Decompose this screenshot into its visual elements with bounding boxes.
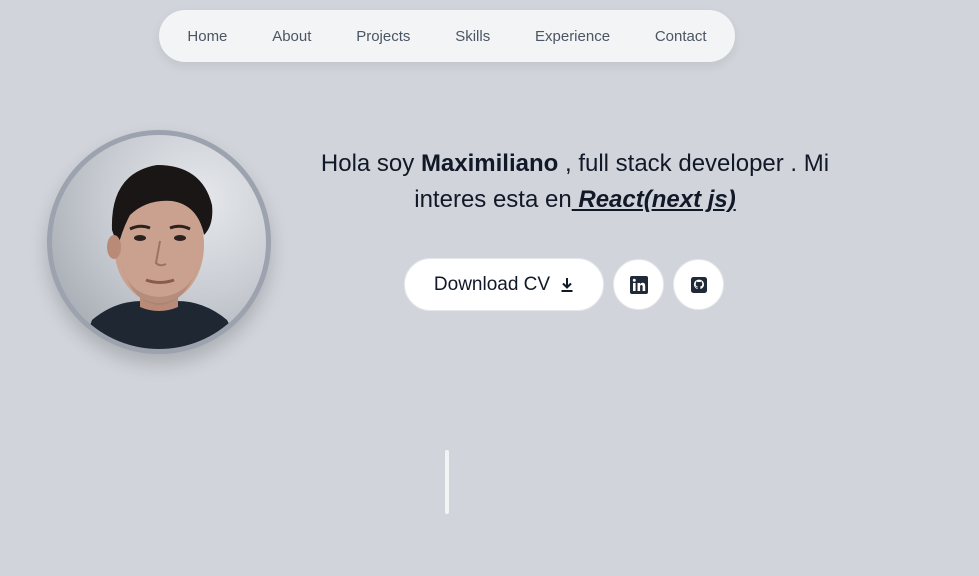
github-button[interactable] bbox=[673, 259, 724, 310]
nav-experience[interactable]: Experience bbox=[527, 20, 618, 53]
intro-text: Hola soy Maximiliano , full stack develo… bbox=[290, 146, 860, 218]
profile-photo-frame bbox=[47, 130, 271, 354]
download-cv-button[interactable]: Download CV bbox=[404, 258, 604, 311]
nav-about[interactable]: About bbox=[264, 20, 319, 53]
github-icon bbox=[690, 276, 707, 293]
nav-home[interactable]: Home bbox=[179, 20, 235, 53]
download-cv-label: Download CV bbox=[433, 273, 551, 295]
person-portrait-icon bbox=[82, 165, 242, 349]
nav-skills[interactable]: Skills bbox=[447, 20, 498, 53]
profile-photo bbox=[52, 135, 266, 349]
linkedin-button[interactable] bbox=[613, 259, 664, 310]
developer-name: Maximiliano bbox=[420, 150, 559, 177]
scroll-indicator bbox=[445, 450, 449, 514]
nav-projects[interactable]: Projects bbox=[348, 20, 418, 53]
nav-contact[interactable]: Contact bbox=[647, 20, 715, 53]
linkedin-icon bbox=[629, 275, 648, 294]
download-icon bbox=[561, 277, 573, 292]
greeting: Hola soy bbox=[320, 150, 421, 177]
tech-highlight: React(next js) bbox=[571, 186, 736, 213]
top-navigation: Home About Projects Skills Experience Co… bbox=[159, 10, 735, 62]
